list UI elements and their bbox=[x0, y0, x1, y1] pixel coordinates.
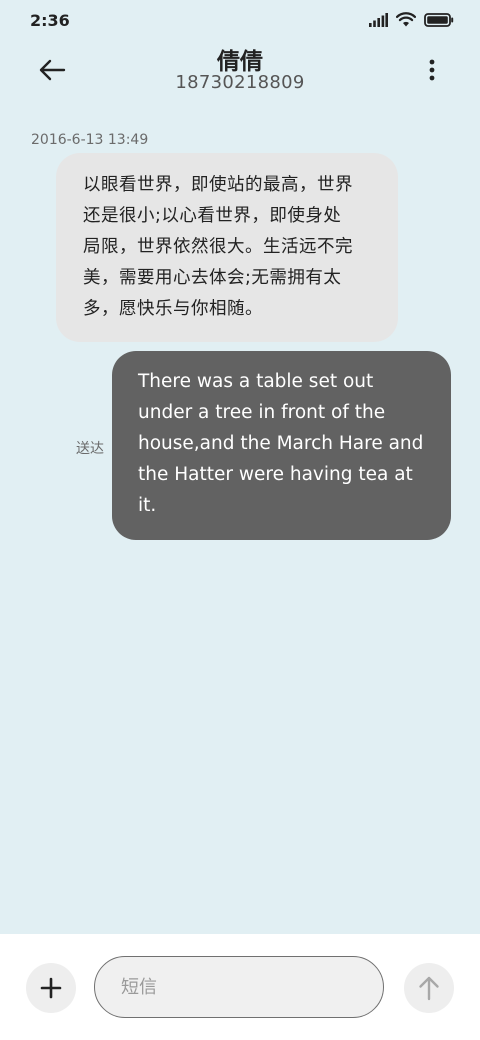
message-line: 以眼看世界，即使站的最高，世界 bbox=[83, 175, 353, 195]
wifi-icon bbox=[396, 12, 416, 27]
message-line: 多，愿快乐与你相随。 bbox=[83, 299, 263, 319]
message-input[interactable] bbox=[94, 956, 384, 1018]
status-time: 2:36 bbox=[30, 11, 70, 30]
more-vertical-icon bbox=[429, 59, 435, 81]
battery-icon bbox=[424, 12, 454, 27]
plus-icon bbox=[40, 977, 62, 999]
arrow-up-icon bbox=[419, 976, 439, 1001]
message-timestamp: 2016-6-13 13:49 bbox=[31, 132, 149, 148]
attach-button[interactable] bbox=[26, 963, 76, 1013]
message-line: 还是很小;以心看世界，即使身处 bbox=[83, 206, 342, 226]
incoming-message-bubble[interactable]: 以眼看世界，即使站的最高，世界 还是很小;以心看世界，即使身处 局限，世界依然很… bbox=[56, 153, 398, 342]
conversation-header: 倩倩 18730218809 bbox=[0, 40, 480, 110]
outgoing-message-bubble[interactable]: There was a table set out under a tree i… bbox=[112, 351, 451, 540]
send-button[interactable] bbox=[404, 963, 454, 1013]
message-line: under a tree in front of the bbox=[138, 402, 386, 423]
message-line: 局限，世界依然很大。生活远不完 bbox=[83, 237, 353, 257]
delivery-status: 送达 bbox=[76, 441, 104, 457]
signal-icon bbox=[369, 12, 388, 27]
status-icons bbox=[368, 12, 454, 27]
more-options-button[interactable] bbox=[420, 54, 444, 86]
contact-name: 倩倩 bbox=[217, 49, 263, 75]
message-line: 美，需要用心去体会;无需拥有太 bbox=[83, 268, 342, 288]
status-bar: 2:36 bbox=[0, 0, 480, 40]
message-line: the Hatter were having tea at bbox=[138, 464, 413, 485]
message-line: There was a table set out bbox=[138, 371, 374, 392]
contact-number: 18730218809 bbox=[175, 72, 305, 93]
message-composer bbox=[0, 934, 480, 1040]
message-line: it. bbox=[138, 495, 157, 516]
message-line: house,and the March Hare and bbox=[138, 433, 424, 454]
